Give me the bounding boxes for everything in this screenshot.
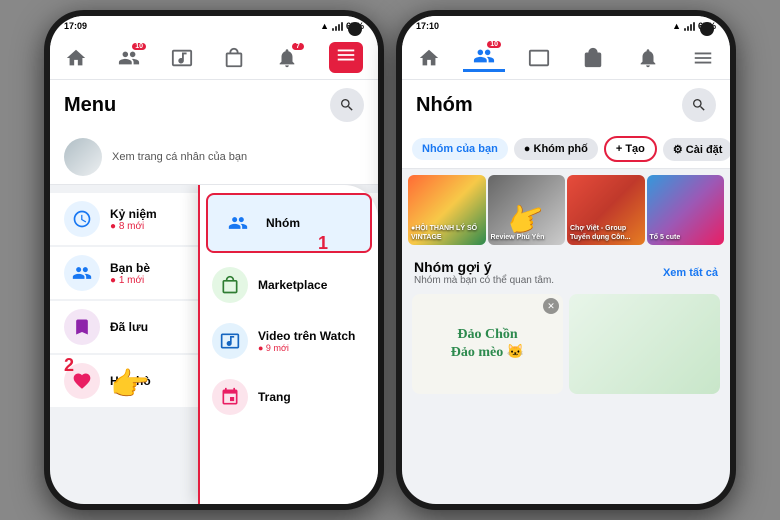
section-sub: Nhóm mà bạn có thể quan tâm. — [414, 275, 554, 286]
nav-menu[interactable] — [319, 40, 373, 75]
tab-nhom-cua-ban[interactable]: Nhóm của bạn — [412, 138, 508, 160]
ban-be-text: Bạn bè ● 1 mới — [110, 261, 150, 286]
photo-card-1[interactable]: ●HỘI THANH LÝ SỐ VINTAGE — [408, 175, 486, 245]
photos-grid: ●HỘI THANH LÝ SỐ VINTAGE Review Phú Yên … — [402, 169, 730, 251]
nav-home[interactable] — [55, 45, 97, 71]
nav-bar-left: 10 7 — [50, 36, 378, 80]
bell-badge: 7 — [292, 43, 304, 50]
da-luu-text: Đã lưu — [110, 320, 148, 334]
time-right: 17:10 — [416, 21, 439, 31]
friends-badge: 10 — [132, 43, 146, 50]
da-luu-icon — [64, 309, 100, 345]
nhom-tabs: Nhóm của bạn ● Khóm phố + Tạo ⚙ Cài đặt — [402, 130, 730, 169]
nhom-title: Nhóm — [416, 94, 473, 117]
video-watch-popup-text: Video trên Watch ● 9 mới — [258, 329, 355, 353]
marketplace-popup-icon — [212, 267, 248, 303]
tab-khom-pho[interactable]: ● Khóm phố — [514, 138, 598, 160]
section-title: Nhóm gợi ý — [414, 259, 554, 275]
popup-video-watch[interactable]: Video trên Watch ● 9 mới — [200, 313, 378, 369]
right-screen: 17:10 ▲ 67% — [402, 16, 730, 504]
section-header: Nhóm gợi ý Nhóm mà bạn có thể quan tâm. … — [402, 251, 730, 290]
profile-avatar — [64, 138, 102, 176]
profile-text: Xem trang cá nhân của bạn — [112, 151, 247, 163]
popup-overlay: Nhóm Marketplace — [198, 185, 378, 504]
nav-home-right[interactable] — [408, 45, 450, 71]
nav-shop-right[interactable] — [572, 45, 614, 71]
nav-watch-right[interactable] — [518, 45, 560, 71]
section-link[interactable]: Xem tất cả — [663, 267, 718, 279]
menu-content: Kỷ niệm ● 8 mới Bạn bè ● 1 mới — [50, 185, 378, 504]
nav-shop[interactable] — [213, 45, 255, 71]
status-bar-right: 17:10 ▲ 67% — [402, 16, 730, 36]
video-watch-popup-icon — [212, 323, 248, 359]
nhom-search-button[interactable] — [682, 88, 716, 122]
popup-nhom[interactable]: Nhóm — [206, 193, 372, 253]
popup-trang[interactable]: Trang — [200, 369, 378, 425]
nav-watch[interactable] — [161, 45, 203, 71]
signal-icon — [332, 22, 343, 31]
sug-card-1-close[interactable]: ✕ — [543, 298, 559, 314]
camera-notch — [348, 22, 362, 36]
menu-highlight-box — [329, 42, 363, 73]
photo-card-4[interactable]: Tổ 5 cute — [647, 175, 725, 245]
tab-cai-dat[interactable]: ⚙ Cài đặt — [663, 138, 730, 161]
menu-search-button[interactable] — [330, 88, 364, 122]
tab-tao[interactable]: + Tạo — [604, 136, 657, 162]
wifi-icon: ▲ — [320, 21, 329, 31]
menu-header: Menu — [50, 80, 378, 130]
left-phone: 17:09 ▲ 67% — [44, 10, 384, 510]
popup-marketplace[interactable]: Marketplace — [200, 257, 378, 313]
right-phone: 17:10 ▲ 67% — [396, 10, 736, 510]
section-titles: Nhóm gợi ý Nhóm mà bạn có thể quan tâm. — [414, 259, 554, 286]
time-left: 17:09 — [64, 21, 87, 31]
ky-niem-text: Kỷ niệm ● 8 mới — [110, 207, 157, 232]
trang-popup-label: Trang — [258, 390, 291, 404]
ban-be-icon — [64, 255, 100, 291]
nav-bar-right: 10 — [402, 36, 730, 80]
profile-row[interactable]: Xem trang cá nhân của bạn — [50, 130, 378, 185]
nav-friends-right[interactable]: 10 — [463, 43, 505, 72]
nhom-popup-label: Nhóm — [266, 216, 300, 230]
left-screen: 17:09 ▲ 67% — [50, 16, 378, 504]
signal-icon-right — [684, 22, 695, 31]
friends-badge-right: 10 — [487, 41, 501, 48]
ky-niem-icon — [64, 201, 100, 237]
label-2: 2 — [64, 355, 74, 376]
sug-card-1[interactable]: Đảo ChồnĐảo mèo 🐱 ✕ — [412, 294, 563, 394]
nhom-popup-icon — [220, 205, 256, 241]
nav-bell[interactable]: 7 — [266, 45, 308, 71]
hand-cursor-left: 👉 — [110, 365, 150, 403]
nav-friends[interactable]: 10 — [108, 45, 150, 71]
status-bar-left: 17:09 ▲ 67% — [50, 16, 378, 36]
label-1: 1 — [318, 233, 328, 254]
marketplace-popup-label: Marketplace — [258, 278, 327, 292]
camera-notch-right — [700, 22, 714, 36]
tao-label: Tạo — [625, 143, 645, 155]
wifi-icon-right: ▲ — [672, 21, 681, 31]
photo-card-1-label: ●HỘI THANH LÝ SỐ VINTAGE — [411, 225, 481, 242]
tao-plus: + — [616, 143, 622, 155]
sug-card-2[interactable] — [569, 294, 720, 394]
nav-bell-right[interactable] — [627, 45, 669, 71]
photo-card-3[interactable]: Chợ Việt - Group Tuyển dụng Côn... — [567, 175, 645, 245]
suggestion-cards: Đảo ChồnĐảo mèo 🐱 ✕ — [402, 290, 730, 398]
sug-card-1-text: Đảo ChồnĐảo mèo 🐱 — [445, 320, 530, 368]
photo-card-3-label: Chợ Việt - Group Tuyển dụng Côn... — [570, 225, 640, 242]
video-watch-badge: ● 9 mới — [258, 343, 355, 353]
nav-menu-right[interactable] — [682, 45, 724, 71]
photo-card-4-label: Tổ 5 cute — [650, 234, 681, 242]
trang-popup-icon — [212, 379, 248, 415]
menu-title: Menu — [64, 94, 116, 117]
nhom-header: Nhóm — [402, 80, 730, 130]
